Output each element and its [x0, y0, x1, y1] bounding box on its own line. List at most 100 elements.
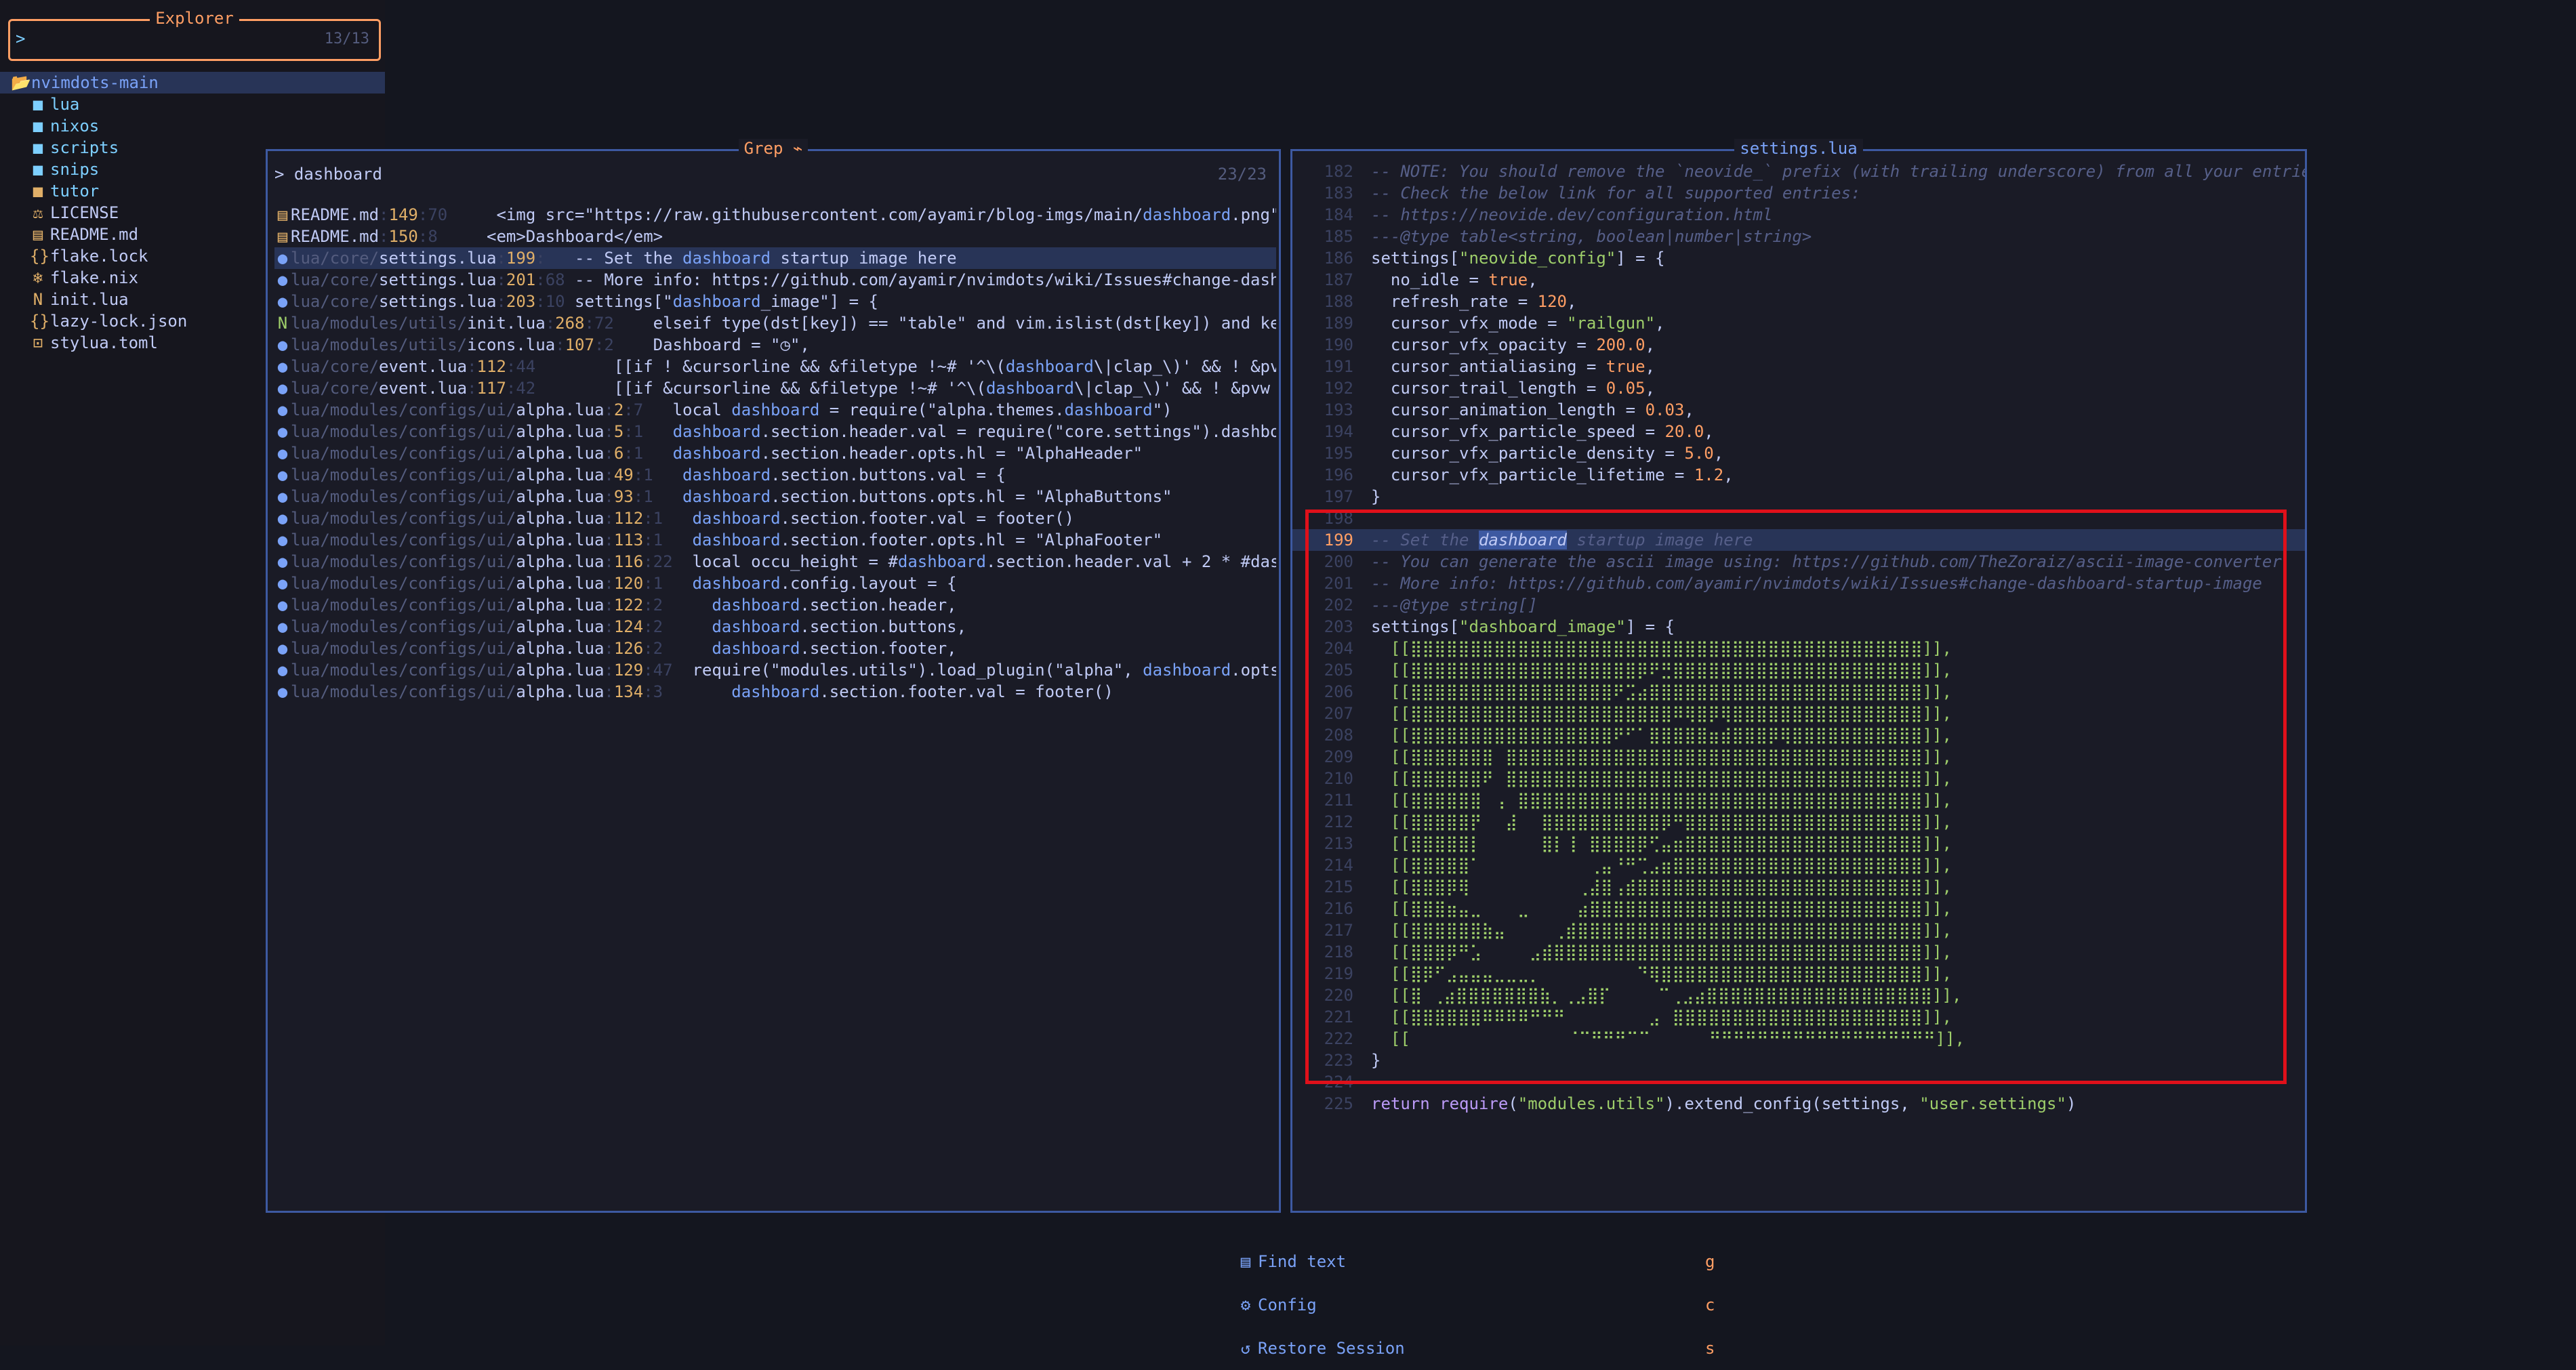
separator: : — [604, 531, 614, 549]
dashboard-item[interactable]: ↺ Restore Session s — [1238, 1327, 1780, 1370]
grep-result-row[interactable]: ● lua/modules/configs/ui/alpha.lua:126:2 … — [274, 638, 1276, 659]
result-line: 268 — [555, 314, 585, 333]
line-number: 186 — [1324, 249, 1353, 268]
lua-icon: ● — [277, 552, 288, 571]
grep-result-row[interactable]: ● lua/core/settings.lua:201:68 -- More in… — [274, 269, 1276, 291]
code-text: cursor_trail_length = 0.05, — [1371, 379, 1656, 398]
result-line: 112 — [476, 357, 506, 376]
grep-result-row[interactable]: ● lua/modules/configs/ui/alpha.lua:129:47… — [274, 659, 1276, 681]
result-col: 1 — [633, 444, 644, 463]
result-text: [[if &cursorline && &filetype !~# '^\(da… — [535, 379, 1276, 398]
grep-result-row[interactable]: ● lua/core/settings.lua:199: -- Set the d… — [274, 247, 1276, 269]
code-line: 192 cursor_trail_length = 0.05, — [1292, 377, 2305, 399]
explorer-prompt[interactable]: > — [16, 29, 25, 48]
result-col: 1 — [653, 509, 663, 528]
folder-icon: ■ — [33, 138, 43, 157]
grep-result-row[interactable]: ● lua/modules/configs/ui/alpha.lua:93:1 d… — [274, 486, 1276, 507]
tree-item-label: tutor — [50, 182, 100, 201]
result-line: 2 — [613, 400, 624, 419]
line-number: 225 — [1324, 1094, 1353, 1113]
explorer-search-box[interactable]: Explorer > 13/13 — [8, 9, 381, 61]
grep-result-row[interactable]: ● lua/core/event.lua:112:44 [[if ! &curso… — [274, 356, 1276, 377]
separator: : — [496, 249, 506, 268]
grep-result-row[interactable]: ● lua/modules/configs/ui/alpha.lua:49:1 d… — [274, 464, 1276, 486]
separator: : — [506, 379, 516, 398]
lua-icon: ● — [277, 357, 288, 376]
result-dir: lua/core/ — [291, 357, 380, 376]
grep-result-row[interactable]: ▤ README.md:149:70 <img src="https://raw.… — [274, 204, 1276, 226]
result-dir: lua/core/ — [291, 270, 380, 289]
lua-icon: ● — [277, 444, 288, 463]
tree-item[interactable]: ■ lua — [0, 94, 385, 115]
grep-result-row[interactable]: ● lua/core/event.lua:117:42 [[if &cursorl… — [274, 377, 1276, 399]
grep-result-row[interactable]: ● lua/modules/configs/ui/alpha.lua:124:2 … — [274, 616, 1276, 638]
dashboard-item-label: Find text — [1258, 1252, 1347, 1271]
grep-result-row[interactable]: ● lua/modules/configs/ui/alpha.lua:112:1 … — [274, 507, 1276, 529]
result-col: 8 — [428, 227, 438, 246]
result-file: init.lua — [467, 314, 546, 333]
grep-result-row[interactable]: Nlua/modules/utils/init.lua:268:72 elsei… — [274, 312, 1276, 334]
tree-item[interactable]: ■ nixos — [0, 115, 385, 137]
result-text: [[if ! &cursorline && &filetype !~# '^\(… — [535, 357, 1276, 376]
result-text: dashboard.section.footer.opts.hl = "Alph… — [692, 531, 1163, 549]
gear-icon: ⚙ — [1240, 1295, 1251, 1314]
separator: : — [584, 314, 594, 333]
file-icon: ⚖ — [33, 203, 43, 222]
result-col: 3 — [653, 682, 663, 701]
separator: : — [643, 531, 653, 549]
dashboard-item[interactable]: ⚙ Config c — [1238, 1283, 1780, 1327]
result-dir: lua/modules/configs/ui/ — [291, 422, 516, 441]
code-line: 196 cursor_vfx_particle_lifetime = 1.2, — [1292, 464, 2305, 486]
result-text: dashboard.section.header.val = require("… — [672, 422, 1276, 441]
grep-result-row[interactable]: ● lua/modules/configs/ui/alpha.lua:113:1 … — [274, 529, 1276, 551]
grep-result-row[interactable]: ● lua/modules/configs/ui/alpha.lua:5:1 da… — [274, 421, 1276, 442]
result-line: 126 — [613, 639, 644, 658]
grep-result-row[interactable]: ● lua/core/settings.lua:203:10 settings["… — [274, 291, 1276, 312]
grep-result-row[interactable]: ● lua/modules/utils/icons.lua:107:2 Dashb… — [274, 334, 1276, 356]
separator: : — [633, 487, 644, 506]
tree-item-label: lazy-lock.json — [50, 312, 188, 331]
grep-result-row[interactable]: ● lua/modules/configs/ui/alpha.lua:120:1 … — [274, 573, 1276, 594]
separator: : — [633, 465, 644, 484]
separator: : — [604, 400, 614, 419]
grep-result-row[interactable]: ● lua/modules/configs/ui/alpha.lua:2:7 lo… — [274, 399, 1276, 421]
separator: : — [604, 509, 614, 528]
line-number: 196 — [1324, 465, 1353, 484]
dashboard-item-label: Config — [1258, 1295, 1317, 1314]
file-icon: ⊡ — [33, 333, 43, 352]
grep-result-row[interactable]: ● lua/modules/configs/ui/alpha.lua:122:2 … — [274, 594, 1276, 616]
result-text: dashboard.section.buttons.val = { — [682, 465, 1006, 484]
result-text: elseif type(dst[key]) == "table" and vim… — [613, 314, 1276, 333]
separator: : — [643, 552, 653, 571]
result-file: alpha.lua — [516, 617, 605, 636]
result-dir: lua/core/ — [291, 292, 380, 311]
result-col: 10 — [545, 292, 565, 311]
result-dir: lua/modules/configs/ui/ — [291, 661, 516, 680]
result-file: alpha.lua — [516, 639, 605, 658]
result-file: alpha.lua — [516, 574, 605, 593]
dashboard-item[interactable]: ▤ Find text g — [1238, 1240, 1780, 1283]
result-line: 49 — [613, 465, 634, 484]
tree-root[interactable]: 📂nvimdots-main — [0, 72, 385, 94]
result-dir: lua/core/ — [291, 379, 380, 398]
result-file: alpha.lua — [516, 487, 605, 506]
result-line: 122 — [613, 596, 644, 615]
result-line: 149 — [388, 205, 418, 224]
result-col: 72 — [594, 314, 614, 333]
separator: : — [545, 314, 556, 333]
separator: : — [604, 617, 614, 636]
grep-result-row[interactable]: ● lua/modules/configs/ui/alpha.lua:134:3 … — [274, 681, 1276, 703]
grep-result-row[interactable]: ● lua/modules/configs/ui/alpha.lua:6:1 da… — [274, 442, 1276, 464]
folder-icon: ■ — [33, 117, 43, 136]
separator: : — [643, 639, 653, 658]
lua-icon: ● — [277, 249, 288, 268]
separator: : — [604, 596, 614, 615]
separator: : — [604, 465, 614, 484]
grep-search-input[interactable]: > dashboard — [274, 165, 382, 184]
tree-item-label: snips — [50, 160, 100, 179]
grep-result-row[interactable]: ● lua/modules/configs/ui/alpha.lua:116:22… — [274, 551, 1276, 573]
result-col: 1 — [643, 465, 653, 484]
separator: : — [535, 292, 546, 311]
grep-result-row[interactable]: ▤ README.md:150:8 <em>Dashboard</em> — [274, 226, 1276, 247]
result-dir: lua/modules/configs/ui/ — [291, 639, 516, 658]
